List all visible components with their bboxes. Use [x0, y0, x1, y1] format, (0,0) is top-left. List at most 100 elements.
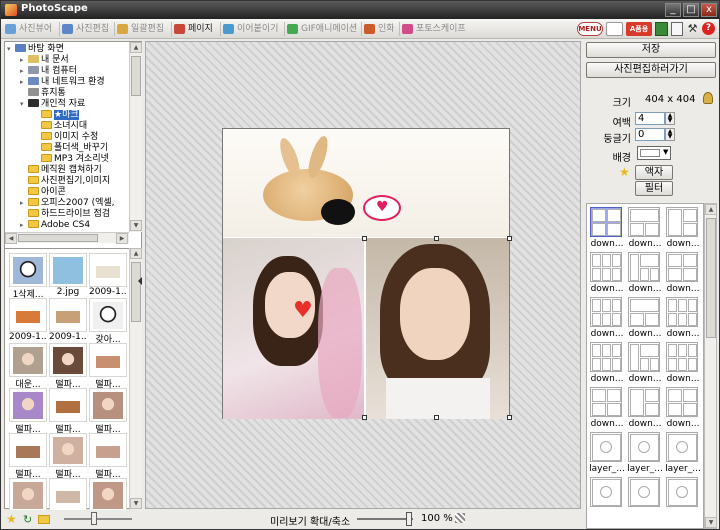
tab-page[interactable]: 페이지	[172, 21, 213, 37]
favorite-star-icon[interactable]: ★	[619, 165, 630, 179]
save-button[interactable]: 저장	[586, 42, 716, 58]
tree-node[interactable]: 휴지통	[20, 88, 66, 99]
layout-template-item[interactable]: down...	[628, 297, 662, 339]
margin-spinner[interactable]: 4	[635, 112, 665, 125]
scroll-up-arrow-icon[interactable]: ▲	[130, 42, 142, 53]
page-canvas[interactable]: ♥ ♥	[222, 128, 512, 420]
tree-node[interactable]: ★마크	[33, 110, 79, 121]
help-icon[interactable]: ?	[702, 22, 715, 35]
selection-handle[interactable]	[507, 415, 512, 420]
thumbnail-item[interactable]: 2.jpg	[49, 253, 87, 297]
layout-template-item[interactable]: down...	[666, 207, 700, 249]
thumbnail-item[interactable]: 떨파...	[89, 343, 127, 390]
layout-template-item[interactable]: down...	[628, 342, 662, 384]
star-icon[interactable]: ★	[6, 512, 17, 526]
selection-handle[interactable]	[362, 415, 367, 420]
layout-template-item[interactable]: down...	[666, 342, 700, 384]
tree-node[interactable]: ▸ 내 문서	[20, 55, 69, 66]
wrench-icon[interactable]: ⚒	[687, 22, 698, 36]
filter-button[interactable]: 필터	[635, 181, 673, 196]
thumbnail-item[interactable]: 떨파...	[49, 343, 87, 390]
expand-toggle-icon[interactable]: ▾	[20, 99, 28, 110]
tree-node[interactable]: 하드드라이브 점검	[20, 209, 110, 220]
roundness-spinner-arrows[interactable]: ▲ ▼	[665, 128, 675, 141]
tree-node[interactable]: 소녀시대	[33, 121, 87, 132]
close-button[interactable]: x	[701, 3, 717, 17]
frame-button[interactable]: 액자	[635, 165, 673, 180]
thumbnail-item[interactable]: 2009-1...	[9, 298, 47, 342]
layout-template-item[interactable]: down...	[590, 387, 624, 429]
tree-node[interactable]: ▾ 바탕 화면	[7, 44, 64, 55]
layout-template-item[interactable]	[628, 477, 662, 519]
collapse-arrow-icon[interactable]	[138, 277, 142, 285]
thumbnail-item[interactable]: 떨파...	[9, 388, 47, 435]
tree-node[interactable]: 이미지 수정	[33, 132, 98, 143]
maximize-button[interactable]: □	[683, 3, 699, 17]
expand-toggle-icon[interactable]: ▸	[20, 66, 28, 77]
selection-handle[interactable]	[507, 236, 512, 241]
tree-node[interactable]: ▸ 내 컴퓨터	[20, 66, 77, 77]
menu-button[interactable]: MENU	[577, 22, 603, 36]
tab-batch[interactable]: 일괄편집	[115, 21, 164, 37]
tab-viewer[interactable]: 사진뷰어	[3, 21, 52, 37]
scroll-up-arrow-icon[interactable]: ▲	[705, 204, 717, 215]
zoom-slider[interactable]	[357, 518, 413, 520]
layout-template-item[interactable]: down...	[628, 387, 662, 429]
selection-handle[interactable]	[434, 236, 439, 241]
tree-node[interactable]: ▸ 내 네트워크 환경	[20, 77, 105, 88]
thumbnail-item[interactable]: 떨파...	[49, 388, 87, 435]
tree-node[interactable]: 폴더색_바꾸기	[33, 143, 108, 154]
roundness-spinner[interactable]: 0	[635, 128, 665, 141]
layout-template-item[interactable]: layer_...	[627, 432, 663, 474]
layout-template-item[interactable]: down...	[590, 297, 624, 339]
thumbnail-size-slider-handle[interactable]	[91, 512, 97, 525]
tree-node[interactable]: MP3 겨소리넷	[33, 154, 109, 165]
layout-template-item[interactable]	[590, 477, 624, 519]
minimize-button[interactable]: _	[665, 3, 681, 17]
scroll-down-arrow-icon[interactable]: ▼	[130, 220, 142, 231]
lock-icon[interactable]	[703, 92, 713, 104]
expand-toggle-icon[interactable]: ▸	[20, 220, 28, 231]
layout-template-item[interactable]: layer_...	[665, 432, 701, 474]
panel-splitter[interactable]	[137, 261, 143, 301]
thumbnail-item[interactable]: 2009-1...	[89, 253, 127, 297]
blank-toolbar-button[interactable]	[606, 22, 623, 36]
cell-bottom-right-portrait[interactable]	[366, 238, 509, 419]
layout-scrollbar[interactable]: ▲ ▼	[704, 203, 717, 529]
thumbnail-size-slider[interactable]	[64, 518, 132, 520]
expand-toggle-icon[interactable]: ▸	[20, 77, 28, 88]
expand-toggle-icon[interactable]: ▸	[20, 198, 28, 209]
cell-top-bunny-image[interactable]: ♥	[223, 129, 509, 237]
selection-handle[interactable]	[362, 236, 367, 241]
layout-template-item[interactable]: down...	[590, 207, 624, 249]
thumbnail-item[interactable]	[9, 478, 47, 510]
tree-node[interactable]: ▾ 개인적 자료	[20, 99, 85, 110]
tab-print[interactable]: 인화	[362, 21, 395, 37]
go-to-editor-button[interactable]: 사진편집하러가기	[586, 62, 716, 78]
refresh-icon[interactable]: ↻	[23, 513, 32, 526]
layout-template-item[interactable]: down...	[590, 342, 624, 384]
open-folder-icon[interactable]	[38, 515, 50, 524]
thumbnail-item[interactable]	[89, 478, 127, 510]
copy-icon[interactable]	[671, 22, 683, 36]
image-view-icon[interactable]	[655, 22, 668, 36]
tab-combine[interactable]: 이어붙이기	[221, 21, 278, 37]
tree-node[interactable]: ▸ 오피스2007 (엑셀,	[20, 198, 115, 209]
layout-template-item[interactable]: down...	[590, 252, 624, 294]
layout-template-item[interactable]: down...	[666, 387, 700, 429]
tree-scroll-thumb[interactable]	[131, 56, 141, 96]
thumbnail-item[interactable]: 떨파...	[89, 433, 127, 480]
tab-editor[interactable]: 사진편집	[60, 21, 109, 37]
tab-gif-animation[interactable]: GIF애니메이션	[285, 21, 357, 37]
thumbnail-item[interactable]: 떨파...	[49, 433, 87, 480]
scroll-up-arrow-icon[interactable]: ▲	[130, 248, 142, 259]
tree-horizontal-scrollbar[interactable]: ◀ ▶	[5, 232, 129, 244]
thumbnail-item[interactable]: 떨파...	[9, 433, 47, 480]
thumbnail-item[interactable]: 2009-1...	[49, 298, 87, 342]
thumbnail-item[interactable]: 갖아...	[89, 298, 127, 345]
margin-spinner-arrows[interactable]: ▲ ▼	[665, 112, 675, 125]
scroll-right-arrow-icon[interactable]: ▶	[116, 233, 128, 244]
scroll-left-arrow-icon[interactable]: ◀	[5, 233, 17, 244]
tree-node[interactable]: 아이콘	[20, 187, 66, 198]
layout-template-item[interactable]: down...	[666, 252, 700, 294]
